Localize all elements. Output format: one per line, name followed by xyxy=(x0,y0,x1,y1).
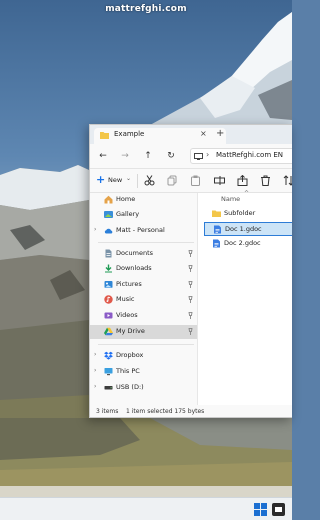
sidebar-item-gallery[interactable]: Gallery xyxy=(90,208,197,222)
navigation-pane: Home Gallery › Matt - Personal Documents xyxy=(90,193,198,405)
nav-separator xyxy=(98,344,194,345)
dropbox-icon xyxy=(104,351,113,360)
chevron-down-icon: ⌄ xyxy=(126,175,132,182)
windows-start-icon[interactable] xyxy=(254,503,267,516)
folder-icon xyxy=(212,210,221,217)
pin-icon xyxy=(188,265,193,272)
file-list: ^ Name Subfolder Doc 1.gdoc Doc 2.gdoc xyxy=(198,190,292,405)
sidebar-item-label: Documents xyxy=(116,249,154,257)
title-bar: Example × + xyxy=(90,125,292,144)
home-icon xyxy=(104,195,113,204)
sidebar-item-label: USB (D:) xyxy=(116,383,144,391)
pin-icon xyxy=(188,296,193,303)
file-name: Subfolder xyxy=(224,209,256,217)
delete-icon[interactable] xyxy=(260,175,271,186)
sidebar-item-label: Videos xyxy=(116,311,138,319)
selection-info: 1 item selected 175 bytes xyxy=(126,408,205,415)
expand-chevron-icon[interactable]: › xyxy=(94,226,96,233)
sort-caret-icon: ^ xyxy=(244,190,250,197)
pin-icon xyxy=(188,250,193,257)
item-count: 3 items xyxy=(96,408,119,415)
usb-drive-icon xyxy=(104,386,113,390)
documents-icon xyxy=(105,249,112,258)
cut-icon[interactable] xyxy=(144,175,155,186)
sidebar-item-usb-drive[interactable]: › USB (D:) xyxy=(90,381,197,395)
sidebar-item-my-drive[interactable]: My Drive xyxy=(90,325,197,339)
sidebar-item-downloads[interactable]: Downloads xyxy=(90,262,197,276)
plus-icon: + xyxy=(96,173,106,186)
gdoc-icon xyxy=(213,239,220,248)
refresh-button[interactable]: ↻ xyxy=(165,150,177,162)
tab-title: Example xyxy=(114,130,145,138)
up-button[interactable]: ↑ xyxy=(142,150,154,162)
new-tab-button[interactable]: + xyxy=(216,127,224,141)
sidebar-item-label: Music xyxy=(116,295,135,303)
sidebar-item-this-pc[interactable]: › This PC xyxy=(90,365,197,379)
paste-icon[interactable] xyxy=(190,175,201,186)
file-row-doc-2[interactable]: Doc 2.gdoc xyxy=(204,237,292,251)
expand-chevron-icon[interactable]: › xyxy=(94,351,96,358)
expand-chevron-icon[interactable]: › xyxy=(94,367,96,374)
pin-icon xyxy=(188,312,193,319)
sidebar-item-home[interactable]: Home xyxy=(90,193,197,207)
command-bar: + New ⌄ xyxy=(90,169,292,193)
gallery-icon xyxy=(104,211,113,218)
pin-icon xyxy=(188,328,193,335)
copy-icon[interactable] xyxy=(167,175,178,186)
google-drive-icon xyxy=(104,327,113,336)
column-header-label: Name xyxy=(221,195,241,203)
address-bar[interactable]: › MattRefghi.com EN xyxy=(190,148,292,164)
file-row-doc-1[interactable]: Doc 1.gdoc xyxy=(204,222,292,236)
pictures-icon xyxy=(104,281,113,288)
gdoc-icon xyxy=(214,225,221,234)
file-row-subfolder[interactable]: Subfolder xyxy=(204,207,292,221)
sidebar-item-label: My Drive xyxy=(116,327,145,335)
expand-chevron-icon[interactable]: › xyxy=(94,383,96,390)
navigation-bar: ← → ↑ ↻ › MattRefghi.com EN xyxy=(90,144,292,169)
pin-icon xyxy=(188,281,193,288)
sidebar-item-label: This PC xyxy=(116,367,140,375)
status-bar: 3 items 1 item selected 175 bytes xyxy=(90,405,292,417)
cloud-icon xyxy=(104,228,113,234)
nav-separator xyxy=(98,242,194,243)
breadcrumb-chevron-icon: › xyxy=(206,150,210,159)
rename-icon[interactable] xyxy=(214,175,225,186)
file-name: Doc 2.gdoc xyxy=(224,239,261,247)
column-header-name[interactable]: ^ Name xyxy=(198,190,292,206)
sidebar-item-label: Pictures xyxy=(116,280,142,288)
sidebar-item-label: Dropbox xyxy=(116,351,144,359)
sidebar-item-documents[interactable]: Documents xyxy=(90,247,197,261)
file-explorer-window: Example × + ← → ↑ ↻ › MattRefghi.com EN … xyxy=(89,124,292,418)
sidebar-item-label: Home xyxy=(116,195,136,203)
folder-icon xyxy=(100,132,109,139)
music-icon xyxy=(104,295,113,304)
watermark-text: mattrefghi.com xyxy=(105,4,187,14)
sidebar-item-dropbox[interactable]: › Dropbox xyxy=(90,349,197,363)
sidebar-item-label: Matt - Personal xyxy=(116,226,165,234)
videos-icon xyxy=(104,312,113,319)
sidebar-item-music[interactable]: Music xyxy=(90,293,197,307)
sidebar-item-videos[interactable]: Videos xyxy=(90,309,197,323)
sidebar-item-label: Gallery xyxy=(116,210,140,218)
this-pc-icon xyxy=(194,153,203,160)
downloads-icon xyxy=(105,264,112,273)
toolbar-divider xyxy=(137,174,138,188)
terminal-app-icon[interactable] xyxy=(272,503,285,516)
taskbar xyxy=(0,497,292,520)
forward-button[interactable]: → xyxy=(119,150,131,162)
new-button-label: New xyxy=(108,176,123,184)
tab-example[interactable]: Example × xyxy=(94,128,226,144)
sidebar-item-pictures[interactable]: Pictures xyxy=(90,278,197,292)
breadcrumb-item[interactable]: MattRefghi.com EN xyxy=(216,151,283,159)
sidebar-item-label: Downloads xyxy=(116,264,152,272)
tab-close-icon[interactable]: × xyxy=(200,129,207,138)
share-icon[interactable] xyxy=(237,175,248,186)
sidebar-item-matt-personal[interactable]: › Matt - Personal xyxy=(90,224,197,238)
back-button[interactable]: ← xyxy=(97,150,109,162)
file-name: Doc 1.gdoc xyxy=(225,225,262,233)
sort-icon[interactable] xyxy=(283,175,292,186)
this-pc-icon xyxy=(104,368,113,376)
